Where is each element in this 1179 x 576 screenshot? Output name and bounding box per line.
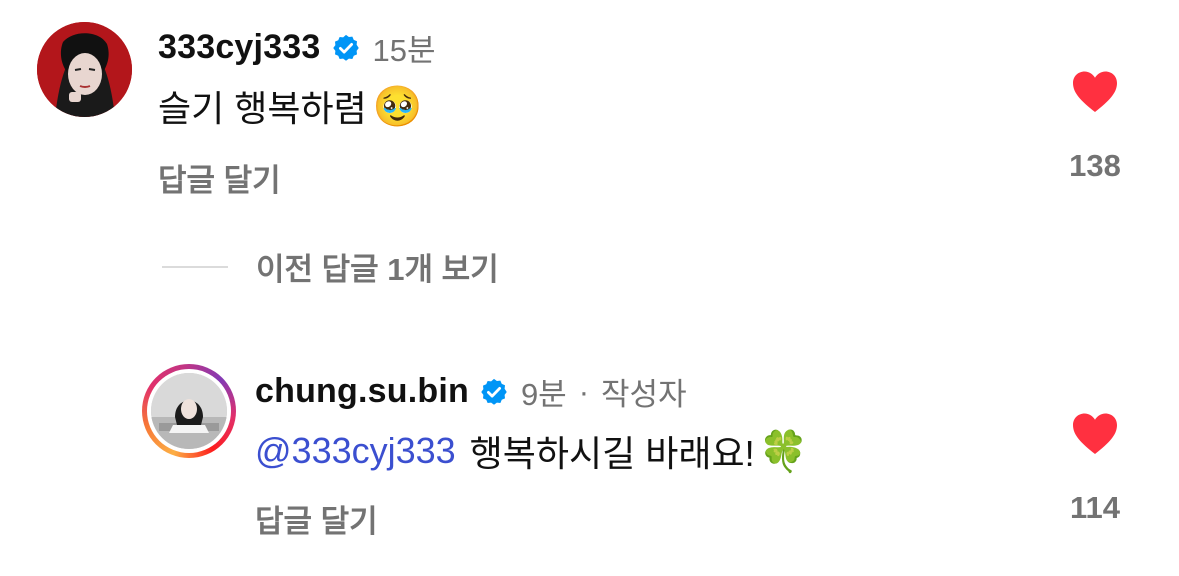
comment-time: 15분	[372, 33, 436, 68]
avatar	[151, 373, 227, 449]
avatar-ring-gap	[147, 369, 231, 453]
separator-dot: ·	[578, 373, 590, 409]
comment-header: chung.su.bin 9분 · 작성자	[255, 369, 687, 414]
comment-text: 행복하시길 바래요!	[469, 433, 755, 474]
comment-body: @333cyj333 행복하시길 바래요! 🍀	[255, 425, 808, 477]
mention-link[interactable]: @333cyj333	[255, 430, 456, 472]
like-count: 138	[1069, 148, 1121, 183]
profile-photo	[151, 373, 227, 449]
like-heart-icon[interactable]	[1071, 412, 1119, 456]
pleading-face-emoji: 🥹	[372, 84, 423, 129]
divider-line	[162, 266, 228, 268]
verified-badge-icon	[481, 378, 507, 405]
comment-time: 9분	[520, 377, 567, 412]
view-previous-replies-button[interactable]: 이전 답글 1개 보기	[256, 244, 499, 289]
four-leaf-clover-emoji: 🍀	[758, 429, 809, 474]
username[interactable]: 333cyj333	[158, 28, 321, 67]
username[interactable]: chung.su.bin	[255, 372, 469, 411]
avatar[interactable]	[37, 22, 132, 117]
avatar-story-ring[interactable]	[142, 364, 236, 458]
verified-badge-icon	[332, 34, 359, 61]
reply-button[interactable]: 답글 달기	[158, 155, 281, 200]
profile-photo	[37, 22, 132, 117]
reply-button[interactable]: 답글 달기	[255, 496, 378, 541]
comment-header: 333cyj333 15분	[158, 25, 436, 70]
like-heart-icon[interactable]	[1071, 70, 1119, 114]
author-tag: 작성자	[601, 377, 687, 412]
like-count: 114	[1069, 490, 1120, 525]
comment-body: 슬기 행복하렴 🥹	[158, 80, 423, 132]
comment-text: 슬기 행복하렴	[158, 88, 367, 129]
